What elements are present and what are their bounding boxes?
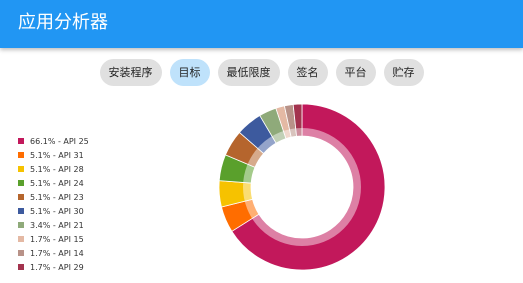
donut-hole: [251, 136, 353, 238]
donut-chart: [218, 103, 386, 271]
